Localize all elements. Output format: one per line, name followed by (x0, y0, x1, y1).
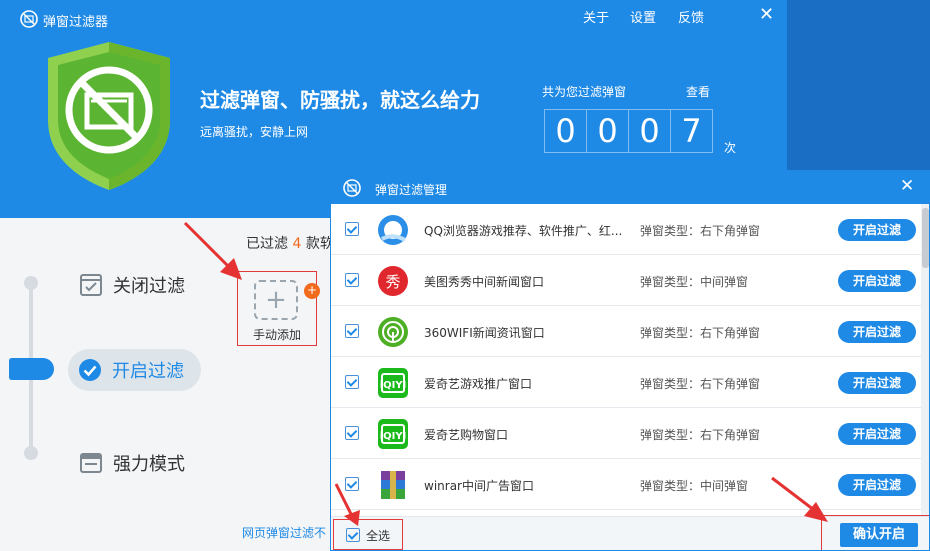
meitu-icon: 秀 (378, 266, 408, 296)
nav-strong-mode-label: 强力模式 (113, 454, 185, 475)
filtered-stats: 已过滤 4 款软 (246, 233, 334, 253)
row-checkbox[interactable] (345, 222, 359, 236)
list-item: iQIYI 爱奇艺游戏推广窗口 弹窗类型：右下角弹窗 开启过滤 (331, 357, 921, 408)
slider-stop[interactable] (24, 276, 38, 290)
svg-text:iQIYI: iQIYI (380, 431, 407, 442)
check-circle-icon (79, 359, 101, 381)
scrollbar[interactable] (921, 204, 929, 516)
web-popup-link[interactable]: 网页弹窗过滤不 (242, 524, 326, 541)
manual-add-highlight: + + 手动添加 (237, 271, 320, 346)
popup-type: 弹窗类型：中间弹窗 (640, 275, 749, 289)
enable-filter-button[interactable]: 开启过滤 (838, 219, 916, 241)
list-item: iQIYI 爱奇艺购物窗口 弹窗类型：右下角弹窗 开启过滤 (331, 408, 921, 459)
nav-filter-on-label: 开启过滤 (112, 361, 184, 382)
row-checkbox[interactable] (345, 426, 359, 440)
enable-filter-button[interactable]: 开启过滤 (838, 321, 916, 343)
app-name: 美图秀秀中间新闻窗口 (424, 275, 545, 289)
view-link[interactable]: 查看 (686, 83, 710, 100)
confirm-highlight: 确认开启 (821, 515, 929, 550)
list-item: 360WIFI新闻资讯窗口 弹窗类型：右下角弹窗 开启过滤 (331, 306, 921, 357)
nav-filter-on[interactable]: 开启过滤 (68, 349, 201, 391)
filter-counter: 0 0 0 7 (544, 109, 713, 153)
app-name: 爱奇艺游戏推广窗口 (424, 377, 533, 391)
popup-type: 弹窗类型：中间弹窗 (640, 479, 749, 493)
qq-browser-icon (378, 215, 408, 245)
scrollbar-thumb[interactable] (922, 208, 929, 268)
shield-icon (48, 42, 170, 190)
window-icon (80, 453, 102, 473)
slogan: 过滤弹窗、防骚扰，就这么给力 (200, 88, 480, 112)
app-name: 爱奇艺购物窗口 (424, 428, 509, 442)
subslogan: 远离骚扰，安静上网 (200, 125, 309, 139)
app-logo-icon (343, 179, 361, 197)
list-item: 秀 美图秀秀中间新闻窗口 弹窗类型：中间弹窗 开启过滤 (331, 255, 921, 306)
row-checkbox[interactable] (345, 324, 359, 338)
settings-link[interactable]: 设置 (630, 7, 656, 26)
iqiyi-icon: iQIYI (378, 419, 408, 449)
svg-text:iQIYI: iQIYI (380, 380, 407, 391)
close-icon[interactable]: ✕ (759, 4, 774, 25)
row-checkbox[interactable] (345, 477, 359, 491)
manual-add-button[interactable]: + + (254, 280, 320, 320)
enable-filter-button[interactable]: 开启过滤 (838, 372, 916, 394)
enable-filter-button[interactable]: 开启过滤 (838, 270, 916, 292)
iqiyi-icon: iQIYI (378, 368, 408, 398)
manual-add-label: 手动添加 (252, 328, 301, 342)
slider-stop[interactable] (24, 446, 38, 460)
stats-prefix: 已过滤 (246, 236, 288, 252)
counter-digit: 0 (587, 110, 629, 152)
app-name: 360WIFI新闻资讯窗口 (424, 326, 545, 340)
select-all-box[interactable] (346, 528, 360, 542)
svg-text:秀: 秀 (385, 273, 400, 291)
app-name: winrar中间广告窗口 (424, 479, 534, 493)
counter-digit: 0 (629, 110, 671, 152)
app-logo-icon (20, 10, 38, 28)
dialog-footer: 全选 确认开启 (331, 515, 929, 550)
enable-filter-button[interactable]: 开启过滤 (838, 423, 916, 445)
count-unit: 次 (724, 141, 737, 155)
close-icon[interactable]: ✕ (900, 176, 914, 196)
popup-type: 弹窗类型：右下角弹窗 (640, 428, 761, 442)
list-item: winrar中间广告窗口 弹窗类型：中间弹窗 开启过滤 (331, 459, 921, 510)
row-checkbox[interactable] (345, 273, 359, 287)
about-link[interactable]: 关于 (583, 7, 609, 26)
select-all-checkbox[interactable]: 全选 (333, 519, 403, 550)
winrar-icon (381, 471, 405, 499)
wifi360-icon (378, 317, 408, 347)
confirm-enable-button[interactable]: 确认开启 (840, 523, 918, 547)
counter-digit: 7 (681, 112, 702, 150)
popup-type: 弹窗类型：右下角弹窗 (640, 326, 761, 340)
select-all-label: 全选 (366, 529, 391, 543)
dialog-title: 弹窗过滤管理 (375, 183, 448, 197)
filter-manager-dialog: 弹窗过滤管理 ✕ QQ浏览器游戏推荐、软件推广、红... 弹窗类型：右下角弹窗 … (330, 170, 930, 551)
dialog-header: 弹窗过滤管理 ✕ (331, 171, 929, 204)
app-name: QQ浏览器游戏推荐、软件推广、红... (424, 224, 623, 238)
slider-pointer[interactable] (9, 358, 54, 380)
popup-type: 弹窗类型：右下角弹窗 (640, 377, 761, 391)
nav-filter-off[interactable]: 关闭过滤 (79, 272, 185, 298)
nav-strong-mode[interactable]: 强力模式 (79, 450, 185, 476)
stats-count: 4 (292, 236, 302, 252)
counter-digit: 0 (545, 110, 587, 152)
checklist-icon (80, 274, 102, 296)
enable-filter-button[interactable]: 开启过滤 (838, 474, 916, 496)
add-badge: + (304, 283, 320, 299)
popup-type: 弹窗类型：右下角弹窗 (640, 224, 761, 238)
app-title: 弹窗过滤器 (43, 15, 109, 30)
nav-filter-off-label: 关闭过滤 (113, 276, 185, 297)
count-label: 共为您过滤弹窗 (542, 85, 627, 99)
row-checkbox[interactable] (345, 375, 359, 389)
feedback-link[interactable]: 反馈 (678, 7, 704, 26)
list-item: QQ浏览器游戏推荐、软件推广、红... 弹窗类型：右下角弹窗 开启过滤 (331, 204, 921, 255)
plus-icon: + (265, 285, 287, 315)
